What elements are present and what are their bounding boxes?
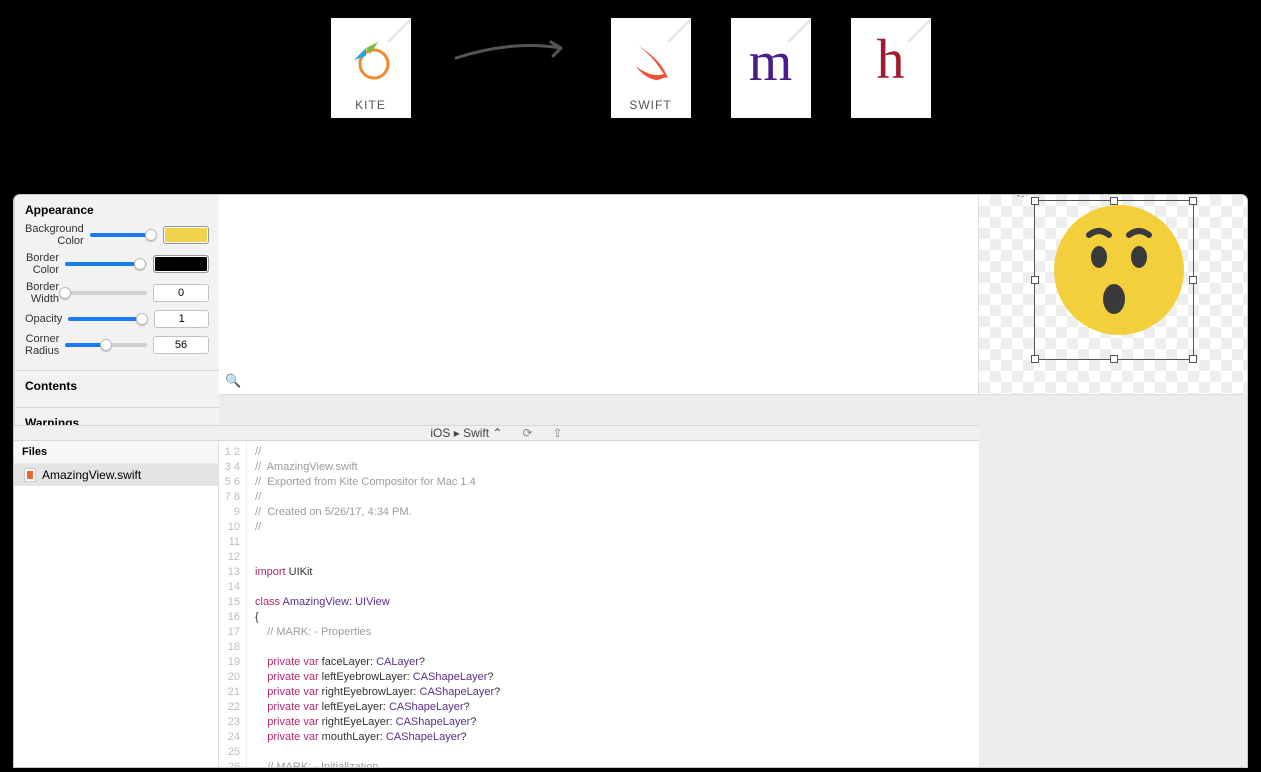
kite-label: KITE (355, 98, 386, 112)
opacity-label: Opacity (25, 313, 62, 325)
swift-label: SWIFT (629, 98, 671, 112)
resize-handle[interactable] (1189, 197, 1197, 205)
swift-file-icon: SWIFT (611, 18, 691, 118)
resize-handle[interactable] (1031, 276, 1039, 284)
border-width-label: Border Width (25, 281, 59, 305)
contents-section: Contents (15, 371, 219, 408)
kite-icon (331, 38, 411, 95)
canvas[interactable] (979, 195, 1247, 395)
breadcrumb-bar: iOS ▸ Swift ⌃ ⟳ ⇪ (14, 425, 979, 441)
arrow-icon (451, 38, 571, 68)
files-sidebar: Files AmazingView.swift (14, 441, 219, 767)
swift-file-small-icon (24, 468, 36, 482)
border-color-slider[interactable] (65, 262, 147, 266)
border-color-swatch[interactable] (153, 255, 209, 273)
appearance-section: Appearance Background Color Border Color… (15, 195, 219, 371)
bg-color-slider[interactable] (90, 233, 157, 237)
line-gutter: 1 2 3 4 5 6 7 8 9 10 11 12 13 14 15 16 1… (219, 441, 247, 767)
top-file-icons: KITE SWIFT m h (0, 18, 1261, 118)
h-file-icon: h (851, 18, 931, 118)
swift-icon (611, 38, 691, 95)
resize-handle[interactable] (1110, 197, 1118, 205)
selection-box[interactable] (1034, 200, 1194, 360)
contents-title: Contents (25, 379, 209, 393)
resize-handle[interactable] (1031, 197, 1039, 205)
border-width-input[interactable]: 0 (153, 284, 209, 302)
bg-color-swatch[interactable] (163, 226, 209, 244)
file-name: AmazingView.swift (42, 468, 141, 482)
share-icon[interactable]: ⇪ (553, 426, 563, 440)
m-glyph-icon: m (731, 30, 811, 94)
code-editor[interactable]: 1 2 3 4 5 6 7 8 9 10 11 12 13 14 15 16 1… (219, 441, 979, 767)
appearance-title: Appearance (25, 203, 209, 217)
border-width-slider[interactable] (65, 291, 147, 295)
radius-slider[interactable] (65, 343, 147, 347)
inspector-panel: Appearance Background Color Border Color… (14, 195, 219, 425)
kite-file-icon: KITE (331, 18, 411, 118)
refresh-icon[interactable]: ⟳ (522, 426, 532, 440)
opacity-slider[interactable] (68, 317, 148, 321)
search-icon: 🔍 (225, 373, 241, 388)
resize-handle[interactable] (1189, 355, 1197, 363)
border-color-label: Border Color (25, 252, 59, 276)
files-header: Files (14, 441, 218, 464)
bg-color-label: Background Color (25, 223, 84, 247)
h-glyph-icon: h (851, 28, 931, 92)
m-file-icon: m (731, 18, 811, 118)
resize-handle[interactable] (1031, 355, 1039, 363)
file-row[interactable]: AmazingView.swift (14, 464, 218, 486)
left-top-panel: 🔍 (219, 195, 979, 395)
resize-handle[interactable] (1110, 355, 1118, 363)
radius-label: Corner Radius (25, 333, 59, 357)
breadcrumb-path[interactable]: iOS ▸ Swift ⌃ (430, 426, 502, 440)
search-field[interactable]: 🔍 (225, 372, 241, 390)
app-window: 🔍 (14, 195, 1247, 767)
opacity-input[interactable]: 1 (154, 310, 209, 328)
source-view[interactable]: // // AmazingView.swift // Exported from… (247, 441, 587, 767)
radius-input[interactable]: 56 (153, 336, 209, 354)
resize-handle[interactable] (1189, 276, 1197, 284)
